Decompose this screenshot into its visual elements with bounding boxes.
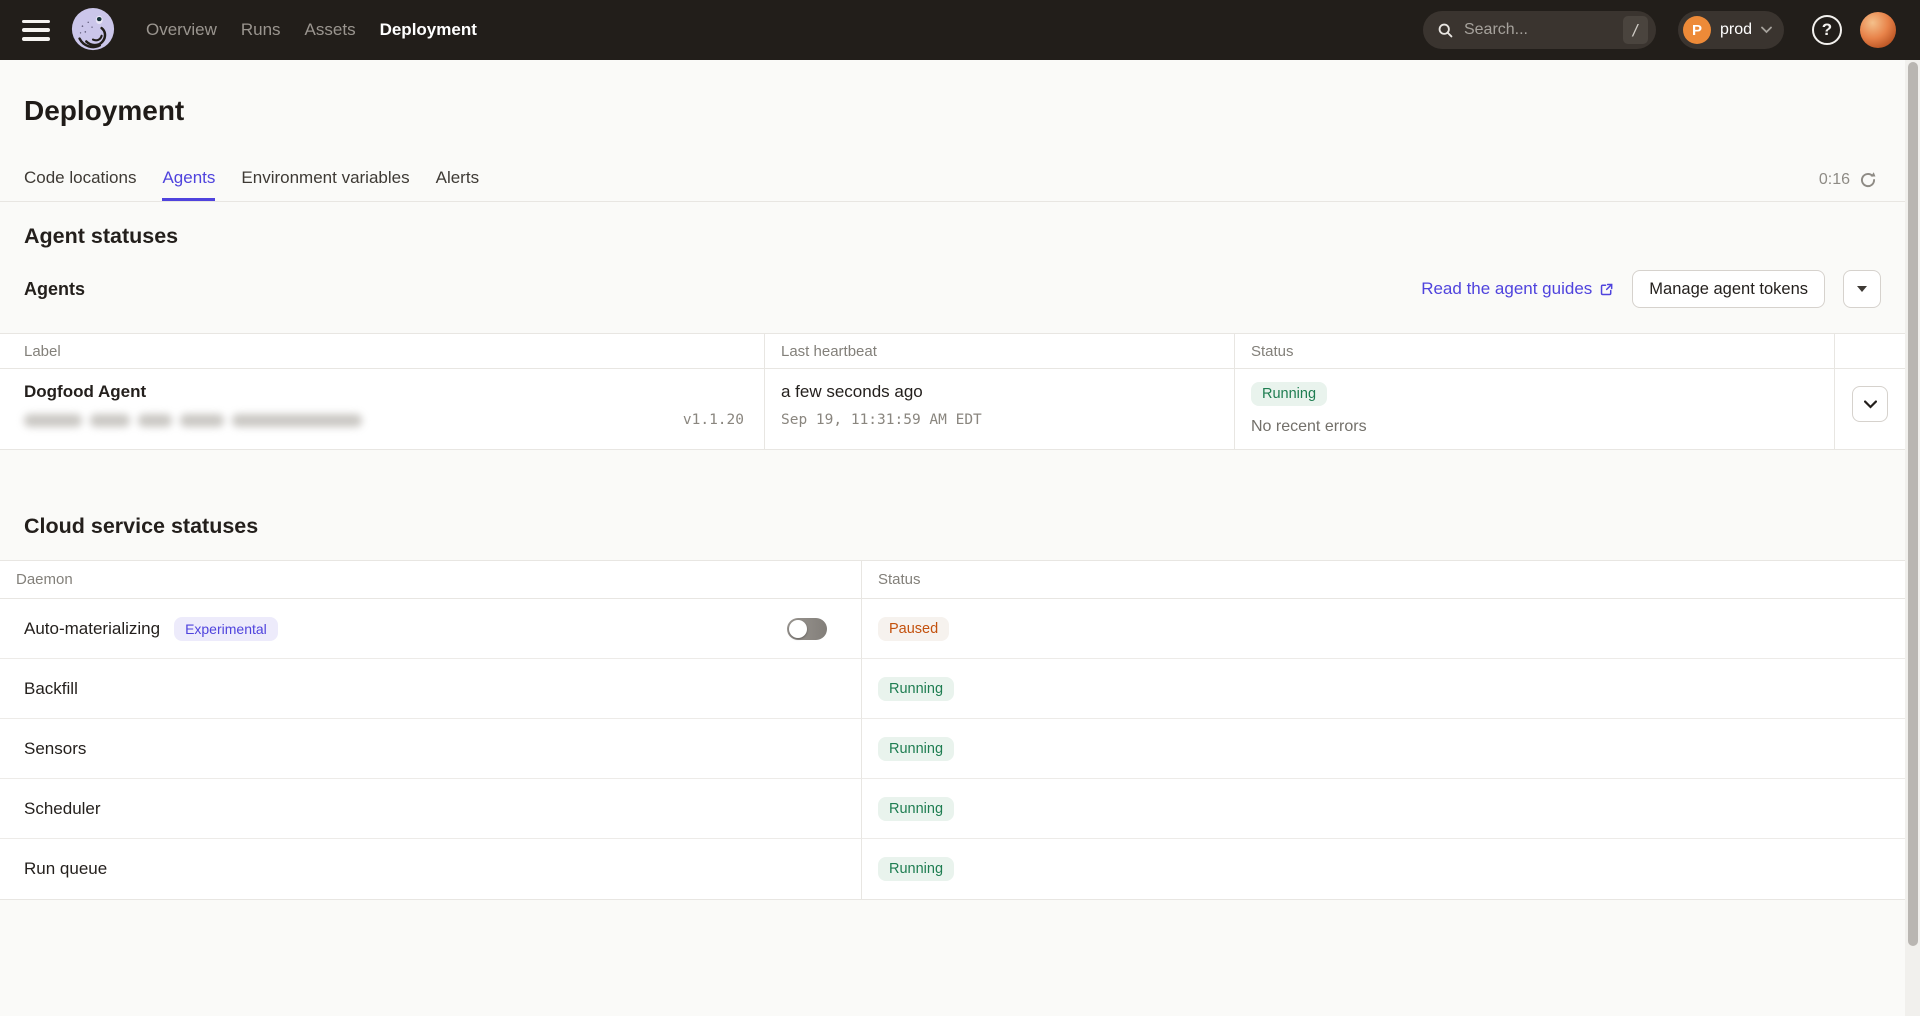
search-shortcut-key: / — [1623, 16, 1648, 44]
daemon-name: Sensors — [24, 739, 86, 759]
cloud-services-table: Daemon Status Auto-materializing Experim… — [0, 560, 1905, 900]
tab-agents[interactable]: Agents — [162, 168, 215, 201]
scrollbar-thumb[interactable] — [1908, 62, 1918, 946]
search-icon — [1437, 22, 1454, 39]
agent-heartbeat-cell: a few seconds ago Sep 19, 11:31:59 AM ED… — [765, 369, 1235, 449]
cloud-service-statuses-heading: Cloud service statuses — [24, 514, 1881, 539]
daemon-row-auto-materializing: Auto-materializing Experimental — [0, 599, 862, 659]
column-header-last-heartbeat: Last heartbeat — [765, 334, 1235, 369]
deployment-tabs: Code locations Agents Environment variab… — [0, 154, 1905, 202]
hamburger-menu-icon[interactable] — [22, 20, 50, 41]
column-header-daemon-status: Status — [862, 561, 1905, 599]
auto-refresh: 0:16 — [1819, 171, 1877, 189]
column-header-label: Label — [0, 334, 765, 369]
column-header-daemon: Daemon — [0, 561, 862, 599]
deployment-avatar: P — [1683, 16, 1711, 44]
agents-table-title: Agents — [24, 279, 85, 300]
status-badge: Running — [1251, 382, 1327, 406]
daemon-name: Auto-materializing — [24, 619, 160, 639]
daemon-status-cell: Running — [862, 839, 1905, 899]
user-avatar[interactable] — [1860, 12, 1896, 48]
status-badge-running: Running — [878, 737, 954, 761]
page-title: Deployment — [24, 94, 1881, 128]
heartbeat-timestamp: Sep 19, 11:31:59 AM EDT — [781, 412, 1218, 428]
daemon-status-cell: Running — [862, 779, 1905, 839]
tab-environment-variables[interactable]: Environment variables — [241, 168, 409, 201]
status-detail: No recent errors — [1251, 418, 1818, 436]
status-badge-running: Running — [878, 677, 954, 701]
manage-agent-tokens-button[interactable]: Manage agent tokens — [1632, 270, 1825, 308]
agents-table: Label Last heartbeat Status Dogfood Agen… — [0, 333, 1905, 450]
refresh-icon[interactable] — [1859, 171, 1877, 189]
dagster-logo[interactable] — [70, 7, 116, 53]
agent-guides-link[interactable]: Read the agent guides — [1421, 279, 1614, 299]
agent-status-cell: Running No recent errors — [1235, 369, 1835, 449]
primary-nav: Overview Runs Assets Deployment — [146, 20, 477, 40]
daemon-name: Run queue — [24, 859, 107, 879]
daemon-name: Backfill — [24, 679, 78, 699]
nav-item-assets[interactable]: Assets — [305, 20, 356, 40]
agent-id-redacted — [24, 414, 362, 427]
status-badge-running: Running — [878, 797, 954, 821]
chevron-down-icon — [1864, 400, 1877, 409]
heartbeat-relative: a few seconds ago — [781, 382, 1218, 402]
status-badge-paused: Paused — [878, 617, 949, 641]
caret-down-icon — [1857, 286, 1867, 292]
main-content: Deployment Code locations Agents Environ… — [0, 94, 1905, 900]
column-header-expander — [1835, 334, 1905, 369]
scrollbar[interactable] — [1905, 60, 1920, 1016]
tab-code-locations[interactable]: Code locations — [24, 168, 136, 201]
nav-item-deployment[interactable]: Deployment — [380, 20, 477, 40]
agent-label-cell: Dogfood Agent v1.1.20 — [0, 369, 765, 449]
auto-materializing-toggle[interactable] — [787, 618, 827, 640]
column-header-status: Status — [1235, 334, 1835, 369]
search-input[interactable] — [1464, 21, 1594, 39]
status-badge-running: Running — [878, 857, 954, 881]
daemon-row-sensors: Sensors — [0, 719, 862, 779]
nav-item-runs[interactable]: Runs — [241, 20, 281, 40]
top-nav: Overview Runs Assets Deployment / P prod… — [0, 0, 1920, 60]
daemon-row-scheduler: Scheduler — [0, 779, 862, 839]
help-icon[interactable]: ? — [1812, 15, 1842, 45]
deployment-name: prod — [1720, 21, 1752, 39]
deployment-switcher[interactable]: P prod — [1678, 11, 1784, 49]
tab-alerts[interactable]: Alerts — [436, 168, 479, 201]
agent-expander-cell — [1835, 369, 1905, 449]
daemon-status-cell: Paused — [862, 599, 1905, 659]
daemon-row-backfill: Backfill — [0, 659, 862, 719]
agent-version: v1.1.20 — [683, 412, 744, 428]
toggle-knob — [789, 620, 807, 638]
chevron-down-icon — [1761, 26, 1772, 34]
row-expand-button[interactable] — [1852, 386, 1888, 422]
refresh-countdown: 0:16 — [1819, 171, 1850, 189]
search-box[interactable]: / — [1423, 11, 1656, 49]
nav-item-overview[interactable]: Overview — [146, 20, 217, 40]
daemon-name: Scheduler — [24, 799, 101, 819]
experimental-badge: Experimental — [174, 617, 278, 641]
daemon-status-cell: Running — [862, 659, 1905, 719]
agent-name: Dogfood Agent — [24, 382, 748, 402]
agent-statuses-heading: Agent statuses — [24, 224, 1881, 249]
external-link-icon — [1599, 282, 1614, 297]
daemon-status-cell: Running — [862, 719, 1905, 779]
agents-toolbar: Agents Read the agent guides Manage agen… — [24, 269, 1881, 309]
agent-actions-dropdown-button[interactable] — [1843, 270, 1881, 308]
agent-guides-link-label: Read the agent guides — [1421, 279, 1592, 299]
daemon-row-run-queue: Run queue — [0, 839, 862, 899]
